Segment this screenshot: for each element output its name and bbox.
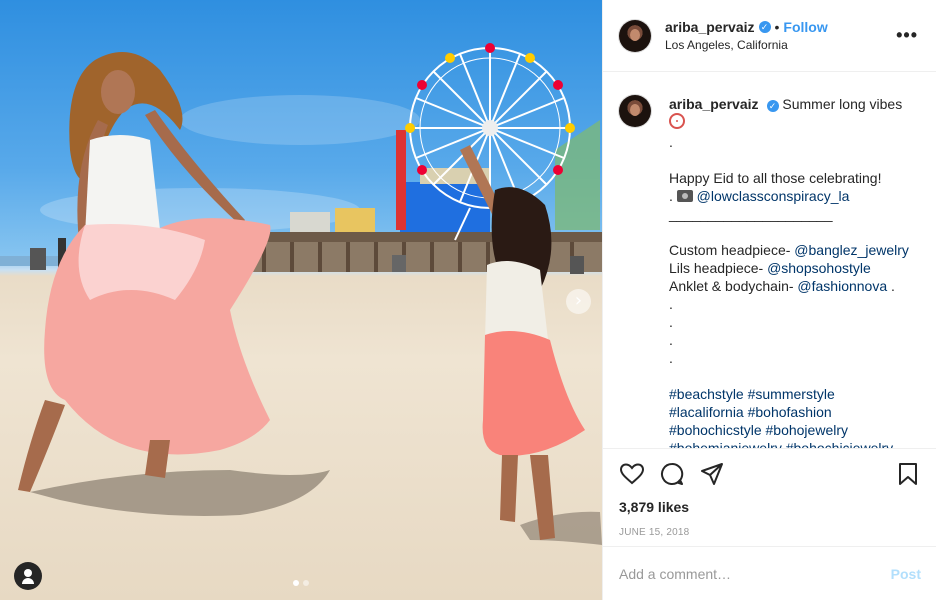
carousel-dot-active (293, 580, 299, 586)
post-actions: 3,879 likes JUNE 15, 2018 (603, 448, 936, 538)
separator-dot: • (774, 19, 780, 35)
caption-avatar[interactable] (619, 95, 651, 127)
caption-line: . (669, 296, 673, 312)
caption-text: ariba_pervaiz ✓ Summer long vibes . Happy… (669, 95, 909, 448)
beach-scene-illustration (0, 43, 602, 545)
caption-username-link[interactable]: ariba_pervaiz (669, 96, 759, 112)
likes-count[interactable]: 3,879 likes (619, 499, 921, 515)
heart-icon[interactable] (619, 461, 645, 487)
post-side-panel: ariba_pervaiz ✓ • Follow Los Angeles, Ca… (602, 0, 936, 600)
next-photo-button[interactable]: › (566, 289, 591, 314)
header-text: ariba_pervaiz ✓ • Follow Los Angeles, Ca… (665, 19, 896, 52)
carousel-indicator (293, 580, 309, 586)
comments-section[interactable]: ariba_pervaiz ✓ Summer long vibes . Happy… (603, 73, 936, 448)
caption-line: . (887, 278, 895, 294)
instagram-post: › ariba_pervaiz ✓ • Follow Los Angeles, … (0, 0, 936, 600)
caption-line: . (669, 314, 673, 330)
caption-line: . (669, 134, 673, 150)
caption-line: Anklet & bodychain- (669, 278, 798, 294)
mention-link[interactable]: @lowclassconspiracy_la (697, 188, 850, 204)
follow-button[interactable]: Follow (783, 19, 827, 35)
post-comment-button[interactable]: Post (891, 566, 921, 582)
post-photo[interactable]: › (0, 0, 602, 600)
bookmark-icon[interactable] (895, 461, 921, 487)
caption-row: ariba_pervaiz ✓ Summer long vibes . Happy… (619, 95, 921, 448)
user-tag-icon[interactable] (14, 562, 42, 590)
location-link[interactable]: Los Angeles, California (665, 38, 896, 52)
caption-divider: _____________________ (669, 206, 833, 222)
mention-link[interactable]: @fashionnova (797, 278, 887, 294)
caption-gap (669, 151, 909, 169)
caption-line: Custom headpiece- (669, 242, 795, 258)
caption-line: Happy Eid to all those celebrating! (669, 170, 882, 186)
caption-gap (669, 367, 909, 385)
share-icon[interactable] (699, 461, 725, 487)
camera-emoji-icon (676, 190, 693, 202)
caption-line: . (669, 188, 677, 204)
avatar[interactable] (619, 19, 651, 52)
carousel-dot (303, 580, 309, 586)
post-date[interactable]: JUNE 15, 2018 (619, 527, 921, 538)
hashtag-link[interactable]: #bohochicstyle #bohojewelry (669, 421, 909, 439)
hashtag-link[interactable]: #lacalifornia #bohofashion (669, 403, 909, 421)
caption-title: Summer long vibes (782, 96, 903, 112)
verified-badge-icon: ✓ (766, 100, 779, 112)
mention-link[interactable]: @banglez_jewelry (794, 242, 909, 258)
hashtag-link[interactable]: #beachstyle #summerstyle (669, 385, 909, 403)
caption-gap (669, 223, 909, 241)
post-header: ariba_pervaiz ✓ • Follow Los Angeles, Ca… (603, 0, 936, 72)
mention-link[interactable]: @shopsohostyle (767, 260, 871, 276)
add-comment-bar: Post (603, 546, 936, 600)
hashtag-link[interactable]: #bohemianjewelry #bohochicjewelry (669, 439, 909, 448)
username-link[interactable]: ariba_pervaiz (665, 19, 755, 35)
verified-badge-icon: ✓ (758, 21, 771, 33)
caption-line: Lils headpiece- (669, 260, 768, 276)
more-options-icon[interactable]: ••• (896, 25, 918, 46)
ferris-wheel-emoji-icon (669, 113, 685, 129)
comment-input[interactable] (619, 565, 891, 582)
caption-line: . (669, 350, 673, 366)
caption-line: . (669, 332, 673, 348)
action-icons (619, 449, 921, 499)
comment-icon[interactable] (659, 461, 685, 487)
chevron-right-icon: › (574, 290, 583, 311)
header-line: ariba_pervaiz ✓ • Follow (665, 19, 896, 35)
